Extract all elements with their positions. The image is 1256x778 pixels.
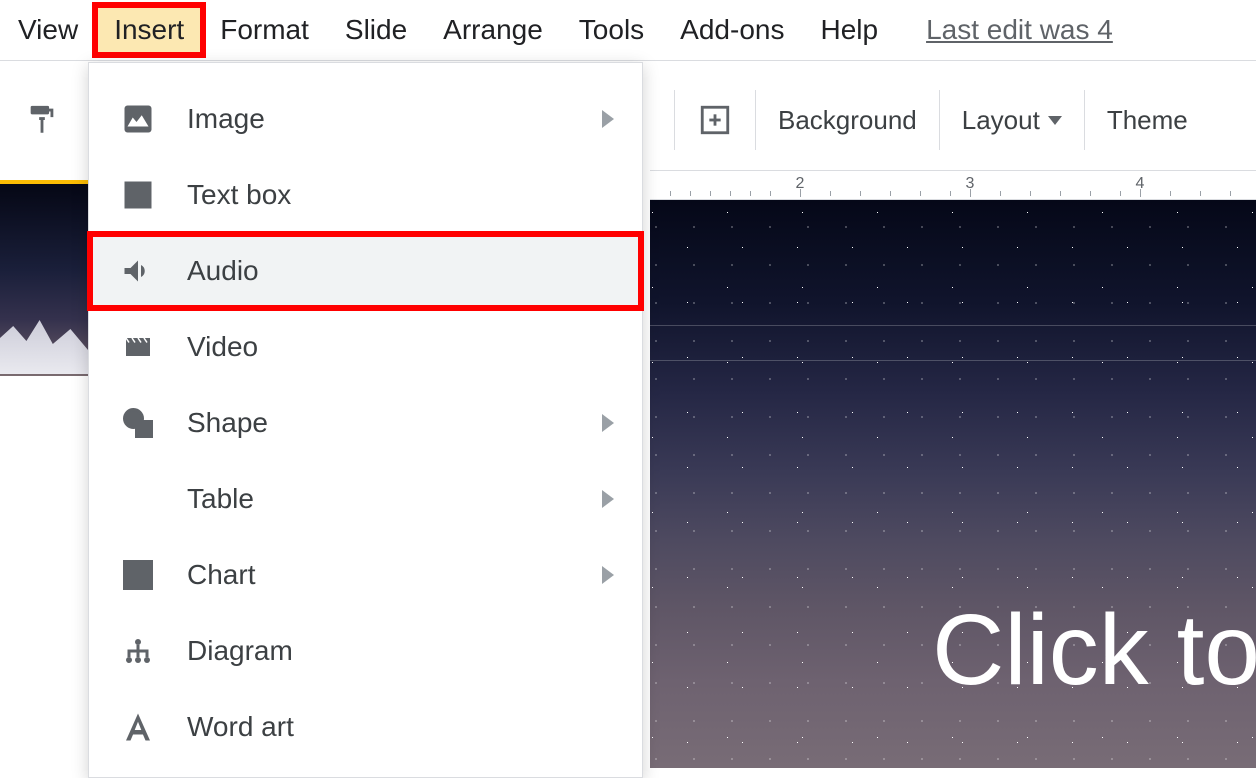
thumbnail-image bbox=[0, 314, 88, 374]
insert-video[interactable]: Video bbox=[89, 309, 642, 385]
insert-image[interactable]: Image bbox=[89, 81, 642, 157]
menu-help[interactable]: Help bbox=[802, 6, 896, 54]
insert-chart-label: Chart bbox=[187, 559, 255, 591]
chevron-right-icon bbox=[602, 110, 614, 128]
background-button[interactable]: Background bbox=[755, 90, 939, 150]
horizontal-ruler: 2 3 4 bbox=[650, 170, 1256, 200]
slide-thumbnail-panel bbox=[0, 170, 88, 770]
insert-diagram-label: Diagram bbox=[187, 635, 293, 667]
insert-wordart-label: Word art bbox=[187, 711, 294, 743]
textbox-icon bbox=[117, 174, 159, 216]
canvas-guide-1 bbox=[650, 325, 1256, 326]
video-icon bbox=[117, 326, 159, 368]
menu-view[interactable]: View bbox=[0, 6, 96, 54]
image-icon bbox=[117, 98, 159, 140]
insert-table-label: Table bbox=[187, 483, 254, 515]
insert-textbox-label: Text box bbox=[187, 179, 291, 211]
plus-box-icon bbox=[697, 102, 733, 138]
insert-image-label: Image bbox=[187, 103, 265, 135]
last-edit-link[interactable]: Last edit was 4 bbox=[926, 14, 1113, 46]
background-label: Background bbox=[778, 105, 917, 136]
menu-addons[interactable]: Add-ons bbox=[662, 6, 802, 54]
insert-video-label: Video bbox=[187, 331, 258, 363]
audio-icon bbox=[117, 250, 159, 292]
insert-table[interactable]: Table bbox=[89, 461, 642, 537]
theme-label: Theme bbox=[1107, 105, 1188, 136]
insert-dropdown: Image Text box Audio Video Shape Table bbox=[88, 62, 643, 778]
insert-chart[interactable]: Chart bbox=[89, 537, 642, 613]
new-slide-button[interactable] bbox=[674, 90, 755, 150]
title-placeholder[interactable]: Click to bbox=[932, 593, 1256, 708]
theme-button[interactable]: Theme bbox=[1084, 90, 1210, 150]
canvas-guide-2 bbox=[650, 360, 1256, 361]
insert-diagram[interactable]: Diagram bbox=[89, 613, 642, 689]
layout-button[interactable]: Layout bbox=[939, 90, 1084, 150]
menu-format[interactable]: Format bbox=[202, 6, 327, 54]
chevron-down-icon bbox=[1048, 116, 1062, 125]
chevron-right-icon bbox=[602, 414, 614, 432]
insert-wordart[interactable]: Word art bbox=[89, 689, 642, 765]
menu-tools[interactable]: Tools bbox=[561, 6, 662, 54]
diagram-icon bbox=[117, 630, 159, 672]
chevron-right-icon bbox=[602, 566, 614, 584]
paint-roller-icon bbox=[24, 102, 60, 138]
insert-textbox[interactable]: Text box bbox=[89, 157, 642, 233]
menu-insert[interactable]: Insert bbox=[96, 6, 202, 54]
layout-label: Layout bbox=[962, 105, 1040, 136]
insert-audio[interactable]: Audio bbox=[89, 233, 642, 309]
menu-slide[interactable]: Slide bbox=[327, 6, 425, 54]
slide-thumbnail-1[interactable] bbox=[0, 180, 88, 430]
menubar-divider bbox=[0, 60, 1256, 61]
insert-shape-label: Shape bbox=[187, 407, 268, 439]
slide-canvas[interactable]: Click to bbox=[650, 200, 1256, 768]
paint-format-button[interactable] bbox=[0, 90, 84, 150]
menubar: View Insert Format Slide Arrange Tools A… bbox=[0, 0, 1256, 60]
insert-audio-label: Audio bbox=[187, 255, 259, 287]
chevron-right-icon bbox=[602, 490, 614, 508]
chart-icon bbox=[117, 554, 159, 596]
wordart-icon bbox=[117, 706, 159, 748]
insert-shape[interactable]: Shape bbox=[89, 385, 642, 461]
menu-arrange[interactable]: Arrange bbox=[425, 6, 561, 54]
shape-icon bbox=[117, 402, 159, 444]
